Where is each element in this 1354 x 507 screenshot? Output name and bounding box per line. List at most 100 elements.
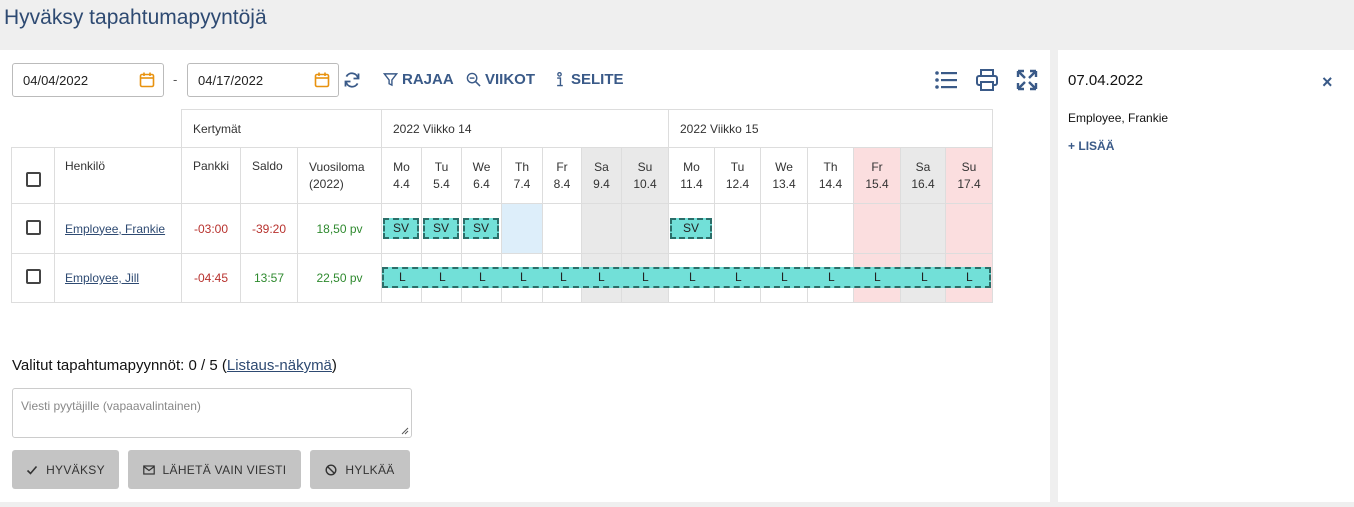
- row-checkbox[interactable]: [25, 219, 41, 235]
- ban-icon: [325, 463, 337, 476]
- day-header: Mo 11.4: [668, 147, 715, 204]
- select-all-checkbox[interactable]: [25, 172, 41, 187]
- event-chip[interactable]: SV: [383, 218, 419, 239]
- weeks-button[interactable]: VIIKOT: [466, 71, 535, 88]
- event-label: L: [399, 270, 406, 284]
- weeks-label: VIIKOT: [485, 71, 536, 88]
- vacation-value: 18,50 pv: [297, 203, 382, 254]
- event-label: L: [874, 270, 881, 284]
- totals-group-header: Kertymät: [181, 109, 382, 148]
- page-title: Hyväksy tapahtumapyyntöjä: [4, 6, 267, 29]
- event-label: L: [479, 270, 486, 284]
- day-header: Su 10.4: [621, 147, 669, 204]
- table-row: Employee, Frankie -03:00 -39:20 18,50 pv…: [11, 203, 993, 254]
- day-header-holiday: Su 17.4: [945, 147, 993, 204]
- day-cell[interactable]: [542, 203, 582, 254]
- day-header: Sa 16.4: [900, 147, 946, 204]
- day-cell[interactable]: [853, 203, 901, 254]
- refresh-icon[interactable]: [343, 71, 361, 89]
- bank-value: -03:00: [181, 203, 241, 254]
- day-cell[interactable]: SV: [381, 203, 422, 254]
- saldo-value: -39:20: [240, 203, 298, 254]
- day-header: Th 7.4: [501, 147, 543, 204]
- legend-label: SELITE: [571, 71, 624, 88]
- plus-icon: +: [1068, 139, 1076, 153]
- day-cell[interactable]: [621, 203, 669, 254]
- reject-button[interactable]: HYLKÄÄ: [310, 450, 410, 489]
- person-column-header: Henkilö: [54, 147, 182, 204]
- row-select-cell: [11, 253, 55, 303]
- day-cell[interactable]: [714, 203, 761, 254]
- bank-column-header: Pankki: [181, 147, 241, 204]
- legend-button[interactable]: SELITE: [552, 71, 624, 88]
- leave-event-bar[interactable]: L L L L L L L L L L L L L L: [382, 267, 991, 288]
- approve-label: HYVÄKSY: [46, 462, 105, 477]
- list-view-link[interactable]: Listaus-näkymä: [227, 357, 332, 374]
- filter-button[interactable]: RAJAA: [383, 71, 454, 88]
- day-cell[interactable]: [945, 203, 993, 254]
- vacation-label: Vuosiloma: [309, 160, 365, 174]
- list-icon[interactable]: [934, 68, 958, 92]
- filter-label: RAJAA: [402, 71, 454, 88]
- day-cell[interactable]: SV: [668, 203, 715, 254]
- event-chip[interactable]: SV: [423, 218, 459, 239]
- add-event-button[interactable]: + LISÄÄ: [1068, 139, 1114, 153]
- event-label: L: [439, 270, 446, 284]
- row-checkbox[interactable]: [25, 269, 41, 284]
- saldo-column-header: Saldo: [240, 147, 298, 204]
- event-label: L: [921, 270, 928, 284]
- event-chip[interactable]: SV: [463, 218, 499, 239]
- day-header: Tu 12.4: [714, 147, 761, 204]
- employee-link[interactable]: Employee, Frankie: [54, 203, 182, 254]
- reject-label: HYLKÄÄ: [345, 462, 395, 477]
- print-icon[interactable]: [975, 68, 999, 92]
- day-cell[interactable]: SV: [461, 203, 502, 254]
- selection-close-paren: ): [331, 357, 337, 374]
- day-header: We 6.4: [461, 147, 502, 204]
- selection-count: Valitut tapahtumapyynnöt: 0 / 5 (: [12, 357, 227, 374]
- event-label: L: [598, 270, 605, 284]
- fullscreen-icon[interactable]: [1015, 68, 1039, 92]
- vacation-column-header: Vuosiloma (2022): [297, 147, 382, 204]
- approve-button[interactable]: HYVÄKSY: [12, 450, 119, 489]
- day-header: Fr 8.4: [542, 147, 582, 204]
- message-textarea[interactable]: Viesti pyytäjille (vapaavalintainen): [12, 388, 412, 438]
- end-date-input[interactable]: 04/17/2022: [187, 63, 339, 97]
- info-icon: [557, 72, 563, 87]
- week-15-header: 2022 Viikko 15: [668, 109, 993, 148]
- calendar-icon[interactable]: [139, 72, 155, 88]
- main-panel: 04/04/2022 - 04/17/2022 RAJAA VIIKOT SEL…: [0, 50, 1050, 502]
- day-cell[interactable]: [807, 203, 854, 254]
- start-date-input[interactable]: 04/04/2022: [12, 63, 164, 97]
- day-header: We 13.4: [760, 147, 808, 204]
- calendar-icon[interactable]: [314, 72, 330, 88]
- event-label: L: [735, 270, 742, 284]
- resize-grip-icon[interactable]: [401, 427, 409, 435]
- close-icon[interactable]: ×: [1322, 73, 1333, 91]
- event-label: L: [642, 270, 649, 284]
- funnel-icon: [383, 73, 398, 87]
- add-event-label: LISÄÄ: [1078, 139, 1115, 153]
- detail-date: 07.04.2022: [1068, 72, 1144, 89]
- day-header: Tu 5.4: [421, 147, 462, 204]
- day-cell[interactable]: [760, 203, 808, 254]
- day-header: Mo 4.4: [381, 147, 422, 204]
- detail-employee-name: Employee, Frankie: [1068, 111, 1169, 125]
- event-label: L: [520, 270, 527, 284]
- day-cell[interactable]: [900, 203, 946, 254]
- bank-value: -04:45: [181, 253, 241, 303]
- selection-summary: Valitut tapahtumapyynnöt: 0 / 5 (Listaus…: [12, 357, 337, 374]
- event-label: L: [966, 270, 973, 284]
- send-message-button[interactable]: LÄHETÄ VAIN VIESTI: [128, 450, 301, 489]
- day-cell[interactable]: SV: [421, 203, 462, 254]
- day-cell[interactable]: [581, 203, 622, 254]
- event-label: L: [781, 270, 788, 284]
- saldo-value: 13:57: [240, 253, 298, 303]
- event-chip[interactable]: SV: [670, 218, 712, 239]
- day-header: Th 14.4: [807, 147, 854, 204]
- day-cell-selected[interactable]: [501, 203, 543, 254]
- employee-link[interactable]: Employee, Jill: [54, 253, 182, 303]
- event-label: L: [828, 270, 835, 284]
- header-spacer: [11, 109, 182, 148]
- date-separator: -: [173, 72, 178, 87]
